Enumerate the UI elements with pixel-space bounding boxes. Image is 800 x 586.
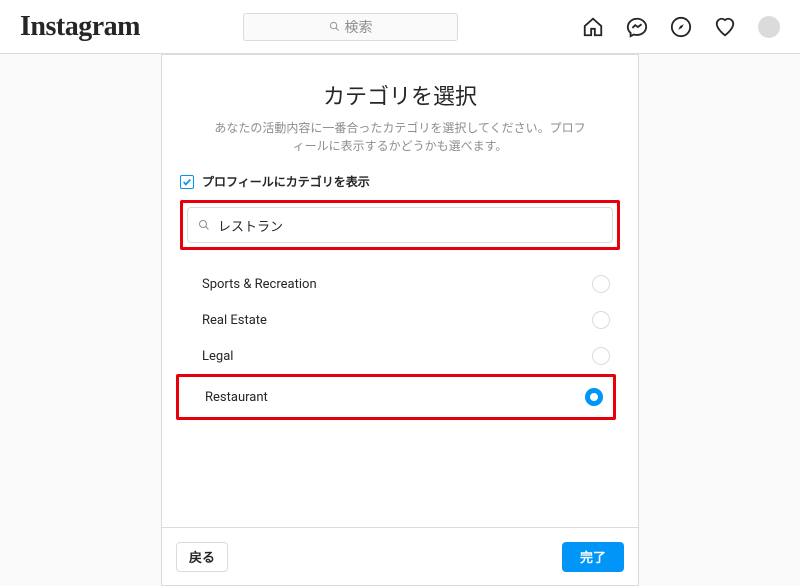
category-search-value: レストラン [218,216,283,235]
category-option[interactable]: Sports & Recreation [202,266,616,302]
radio-checked-icon [585,388,603,406]
radio-unchecked-icon [592,275,610,293]
category-option-selected[interactable]: Restaurant [183,379,609,415]
search-placeholder: 検索 [344,17,372,37]
category-option[interactable]: Real Estate [202,302,616,338]
global-search-input[interactable]: 検索 [243,13,458,41]
activity-icon[interactable] [714,16,736,38]
category-option[interactable]: Legal [202,338,616,374]
done-button[interactable]: 完了 [562,542,624,572]
show-on-profile-checkbox[interactable] [180,175,194,189]
check-icon [182,177,192,187]
category-option-label: Restaurant [205,390,268,405]
messenger-icon[interactable] [626,16,648,38]
radio-unchecked-icon [592,347,610,365]
profile-avatar[interactable] [758,16,780,38]
explore-icon[interactable] [670,16,692,38]
search-icon [198,219,210,231]
selected-option-highlight: Restaurant [176,374,616,420]
home-icon[interactable] [582,16,604,38]
modal-subtitle: あなたの活動内容に一番合ったカテゴリを選択してください。プロフィールに表示するか… [180,119,620,155]
category-search-highlight: レストラン [180,200,620,250]
back-button[interactable]: 戻る [176,542,228,572]
category-option-label: Legal [202,349,233,364]
search-icon [329,21,340,32]
nav-icons [582,16,780,38]
show-on-profile-label: プロフィールにカテゴリを表示 [202,173,370,190]
category-options-list: Sports & Recreation Real Estate Legal Re… [180,266,620,420]
modal-footer: 戻る 完了 [162,527,638,585]
category-option-label: Real Estate [202,313,267,328]
top-nav: Instagram 検索 [0,0,800,54]
category-modal: カテゴリを選択 あなたの活動内容に一番合ったカテゴリを選択してください。プロフィ… [161,54,639,586]
instagram-logo[interactable]: Instagram [20,11,140,43]
category-search-input[interactable]: レストラン [187,207,613,243]
category-option-label: Sports & Recreation [202,277,317,292]
radio-unchecked-icon [592,311,610,329]
modal-title: カテゴリを選択 [180,79,620,111]
